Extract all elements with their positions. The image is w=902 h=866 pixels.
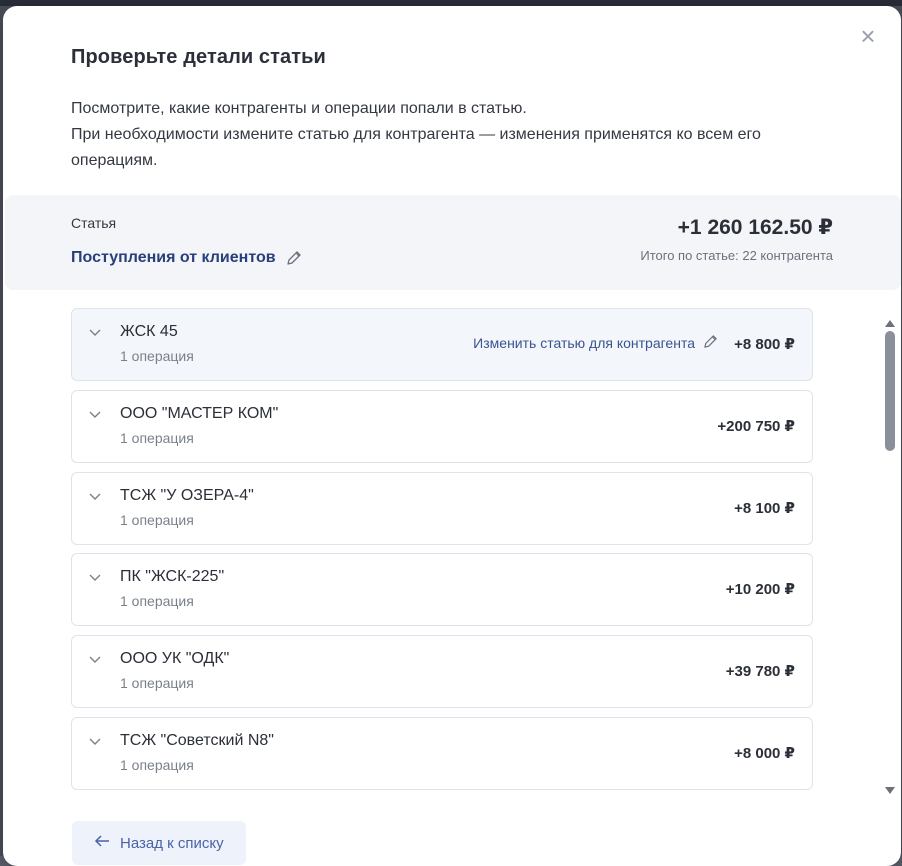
list-item[interactable]: ПК "ЖСК-225" 1 операция +10 200 ₽ xyxy=(71,553,813,626)
list-item[interactable]: ТСЖ "Советский N8" 1 операция +8 000 ₽ xyxy=(71,717,813,790)
back-to-list-label: Назад к списку xyxy=(120,834,224,852)
chevron-down-icon[interactable] xyxy=(88,734,102,748)
scroll-down-arrow-icon[interactable] xyxy=(884,783,896,794)
counterparty-name: ТСЖ "Советский N8" xyxy=(120,732,274,749)
operations-count: 1 операция xyxy=(120,757,194,773)
modal-title: Проверьте детали статьи xyxy=(71,46,326,68)
operations-count: 1 операция xyxy=(120,593,194,609)
pencil-icon xyxy=(703,334,718,352)
close-icon[interactable]: × xyxy=(855,23,881,50)
description-line-1: Посмотрите, какие контрагенты и операции… xyxy=(71,100,527,117)
counterparty-amount: +39 780 ₽ xyxy=(725,663,795,680)
counterparty-name: ООО УК "ОДК" xyxy=(120,650,230,667)
chevron-down-icon[interactable] xyxy=(88,407,102,421)
list-item[interactable]: ООО "МАСТЕР КОМ" 1 операция +200 750 ₽ xyxy=(71,390,813,463)
chevron-down-icon[interactable] xyxy=(88,652,102,666)
counterparty-list: ЖСК 45 1 операция Изменить статью для ко… xyxy=(71,308,813,792)
modal-description: Посмотрите, какие контрагенты и операции… xyxy=(71,96,831,174)
category-total: +1 260 162.50 ₽ xyxy=(677,216,833,239)
category-name-link[interactable]: Поступления от клиентов xyxy=(71,249,302,267)
operations-count: 1 операция xyxy=(120,430,194,446)
counterparty-amount: +10 200 ₽ xyxy=(725,581,795,598)
counterparty-name: ТСЖ "У ОЗЕРА-4" xyxy=(120,487,254,504)
arrow-left-icon xyxy=(94,834,110,852)
category-details-modal: × Проверьте детали статьи Посмотрите, ка… xyxy=(3,6,901,866)
counterparty-amount: +8 100 ₽ xyxy=(734,500,795,517)
scroll-up-arrow-icon[interactable] xyxy=(884,315,896,327)
operations-count: 1 операция xyxy=(120,348,194,364)
pencil-icon[interactable] xyxy=(286,250,302,266)
chevron-down-icon[interactable] xyxy=(88,325,102,339)
chevron-down-icon[interactable] xyxy=(88,570,102,584)
change-category-label: Изменить статью для контрагента xyxy=(473,335,695,351)
counterparty-name: ООО "МАСТЕР КОМ" xyxy=(120,405,279,422)
operations-count: 1 операция xyxy=(120,512,194,528)
counterparty-amount: +8 000 ₽ xyxy=(734,745,795,762)
scrollbar-thumb[interactable] xyxy=(885,331,895,451)
operations-count: 1 операция xyxy=(120,675,194,691)
change-category-link[interactable]: Изменить статью для контрагента xyxy=(473,334,718,352)
category-name: Поступления от клиентов xyxy=(71,249,276,266)
counterparty-amount: +200 750 ₽ xyxy=(717,418,795,435)
list-item[interactable]: ТСЖ "У ОЗЕРА-4" 1 операция +8 100 ₽ xyxy=(71,472,813,545)
back-to-list-button[interactable]: Назад к списку xyxy=(72,821,246,865)
list-item[interactable]: ООО УК "ОДК" 1 операция +39 780 ₽ xyxy=(71,635,813,708)
category-label: Статья xyxy=(71,215,117,231)
list-scrollbar[interactable] xyxy=(882,311,898,801)
description-line-2: При необходимости измените статью для ко… xyxy=(71,126,761,169)
counterparty-amount: +8 800 ₽ xyxy=(734,336,795,353)
chevron-down-icon[interactable] xyxy=(88,489,102,503)
list-item[interactable]: ЖСК 45 1 операция Изменить статью для ко… xyxy=(71,308,813,381)
counterparty-name: ПК "ЖСК-225" xyxy=(120,568,225,585)
counterparty-name: ЖСК 45 xyxy=(120,323,178,340)
category-summary: Статья Поступления от клиентов +1 260 16… xyxy=(5,195,901,290)
category-total-subtitle: Итого по статье: 22 контрагента xyxy=(640,248,833,263)
